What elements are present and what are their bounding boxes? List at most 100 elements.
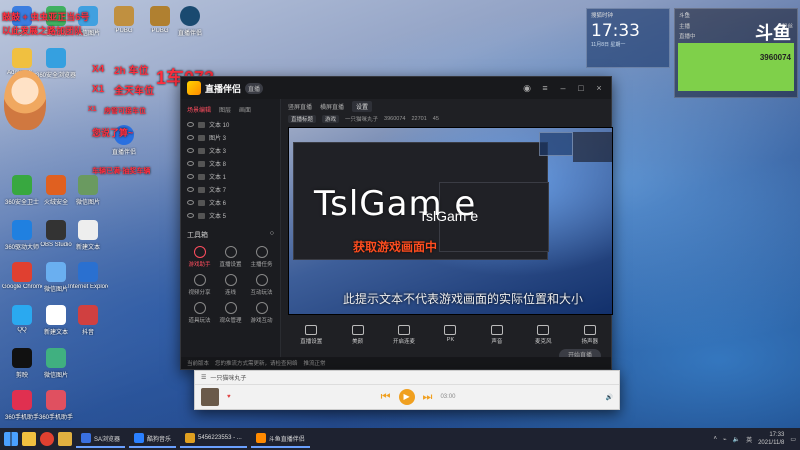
desktop-icon[interactable]: 微信图片 bbox=[36, 348, 76, 379]
fire-icon bbox=[46, 175, 66, 195]
overlay-message: 您说了算~ bbox=[92, 128, 134, 138]
eye-icon[interactable] bbox=[187, 148, 194, 153]
pk-button[interactable]: PK bbox=[436, 325, 464, 343]
tab-layer[interactable]: 图层 bbox=[219, 105, 231, 114]
start-icon[interactable] bbox=[4, 432, 18, 446]
source-item[interactable]: 文本 8 bbox=[181, 157, 280, 170]
tab-portrait[interactable]: 竖屏直播 bbox=[288, 102, 312, 111]
text-source-icon bbox=[198, 199, 205, 206]
desktop-icon[interactable]: 直播伴侣 bbox=[170, 6, 210, 37]
tool-video-share[interactable]: 视频分享 bbox=[185, 274, 214, 296]
tab-scene[interactable]: 场景编辑 bbox=[187, 105, 211, 114]
chrome-icon[interactable] bbox=[40, 432, 54, 446]
gamepad-icon bbox=[193, 246, 206, 258]
desktop-icon[interactable]: 微信图片 bbox=[68, 175, 108, 206]
stream-info-bar: 直播标题 游戏 一只猫咪丸子 3960074 22701 45 bbox=[282, 113, 611, 125]
tab-canvas[interactable]: 画面 bbox=[239, 105, 251, 114]
source-item[interactable]: 文本 3 bbox=[181, 144, 280, 157]
category-tag[interactable]: 游戏 bbox=[322, 115, 340, 123]
eye-icon[interactable] bbox=[187, 187, 194, 192]
input-language[interactable]: 英 bbox=[746, 435, 752, 444]
fans-count: 3960074 bbox=[384, 116, 406, 122]
tray-chevron-icon[interactable]: ˄ bbox=[713, 436, 717, 442]
sound-icon bbox=[490, 325, 503, 335]
minimize-icon[interactable]: – bbox=[557, 82, 569, 94]
tool-live-settings[interactable]: 直播设置 bbox=[216, 246, 245, 268]
taskbar-app[interactable]: 斗鱼直播伴侣 bbox=[250, 430, 310, 448]
playlist-icon[interactable]: ☰ bbox=[201, 374, 206, 381]
desktop-icon[interactable]: 新建文本 bbox=[68, 220, 108, 251]
eye-icon[interactable] bbox=[187, 122, 194, 127]
status-stream: 推流正常 bbox=[303, 361, 326, 367]
clock-widget[interactable]: 搜狐时钟 17:33 11月8日 星期一 bbox=[586, 8, 670, 68]
speaker-button[interactable]: 扬声器 bbox=[576, 325, 604, 345]
source-item[interactable]: 文本 10 bbox=[181, 118, 280, 131]
tab-landscape[interactable]: 横屏直播 bbox=[320, 102, 344, 111]
source-item[interactable]: 文本 1 bbox=[181, 170, 280, 183]
tool-audience[interactable]: 观众管理 bbox=[216, 302, 245, 324]
co-host-button[interactable]: 开启连麦 bbox=[390, 325, 418, 345]
eye-icon[interactable] bbox=[187, 174, 194, 179]
player-search[interactable]: 一只猫咪丸子 bbox=[210, 373, 246, 382]
title-tag[interactable]: 直播标题 bbox=[288, 115, 317, 123]
taskbar-app[interactable]: 5456223553 - ... bbox=[180, 430, 247, 448]
camera-icon bbox=[46, 390, 66, 410]
source-item[interactable]: 文本 5 bbox=[181, 209, 280, 222]
close-icon[interactable]: × bbox=[593, 82, 605, 94]
game-icon bbox=[114, 6, 134, 26]
live-stats-widget[interactable]: 斗鱼 主播 粉丝 直播中 斗鱼 3960074 bbox=[674, 8, 798, 98]
desktop-icon[interactable]: PUBG bbox=[104, 6, 144, 34]
beauty-button[interactable]: 美颜 bbox=[344, 325, 372, 345]
toolbox-title: 工具箱 bbox=[187, 232, 208, 239]
eye-icon[interactable] bbox=[187, 161, 194, 166]
network-icon[interactable]: ⌁ bbox=[723, 436, 727, 443]
tab-settings[interactable]: 设置 bbox=[352, 100, 373, 112]
volume-icon[interactable]: 🔊 bbox=[606, 394, 613, 401]
game-icon bbox=[150, 6, 170, 26]
browser-icon bbox=[81, 433, 91, 443]
sound-button[interactable]: 声音 bbox=[483, 325, 511, 345]
heart-icon[interactable]: ♥ bbox=[227, 394, 231, 400]
previous-icon[interactable]: ⏮ bbox=[381, 391, 391, 404]
desktop-icon[interactable]: Internet Explorer bbox=[68, 262, 108, 290]
version-badge[interactable]: 直播 bbox=[245, 82, 264, 94]
tool-props[interactable]: 道具玩法 bbox=[185, 302, 214, 324]
eye-icon[interactable] bbox=[187, 135, 194, 140]
eye-icon[interactable] bbox=[187, 200, 194, 205]
music-icon bbox=[134, 433, 145, 443]
live-settings-button[interactable]: 直播设置 bbox=[297, 325, 325, 345]
folder-icon[interactable] bbox=[58, 432, 72, 446]
notification-icon[interactable]: ▭ bbox=[790, 436, 796, 443]
users-icon bbox=[224, 302, 237, 314]
tool-connect[interactable]: 连线 bbox=[216, 274, 245, 296]
play-icon[interactable]: ▶ bbox=[398, 389, 415, 405]
taskbar-app[interactable]: 酷狗音乐 bbox=[129, 430, 177, 448]
microphone-button[interactable]: 麦克风 bbox=[529, 325, 557, 345]
desktop-icon[interactable]: 360手机助手 bbox=[36, 390, 76, 421]
beauty-icon bbox=[351, 325, 364, 335]
next-icon[interactable]: ⏭ bbox=[423, 391, 433, 404]
volume-icon[interactable]: 🔈 bbox=[733, 436, 740, 443]
tool-tasks[interactable]: 主播任务 bbox=[247, 246, 276, 268]
source-item[interactable]: 图片 3 bbox=[181, 131, 280, 144]
tool-interactive[interactable]: 互动玩法 bbox=[247, 274, 276, 296]
album-art[interactable] bbox=[201, 388, 219, 406]
source-item[interactable]: 文本 6 bbox=[181, 196, 280, 209]
stream-preview[interactable]: TslGam e TslGam e 获取游戏画面中 此提示文本不代表游戏画面的实… bbox=[288, 127, 613, 315]
capturing-game-text: 获取游戏画面中 bbox=[353, 240, 438, 254]
file-explorer-icon[interactable] bbox=[22, 432, 36, 446]
source-item[interactable]: 文本 7 bbox=[181, 183, 280, 196]
desktop-icon[interactable]: 抖音 bbox=[68, 305, 108, 336]
taskbar-app[interactable]: SA浏览器 bbox=[76, 430, 126, 448]
settings-circle-icon[interactable]: ○ bbox=[270, 230, 274, 240]
maximize-icon[interactable]: □ bbox=[575, 82, 587, 94]
eye-icon[interactable] bbox=[187, 213, 194, 218]
system-tray: ˄ ⌁ 🔈 英 17:33 2021/11/8 ▭ bbox=[713, 431, 796, 447]
tool-game-assistant[interactable]: 游戏助手 bbox=[185, 246, 214, 268]
mode-tabs: 竖屏直播 横屏直播 设置 bbox=[282, 99, 611, 113]
desktop-icon[interactable]: 360安全浏览器 bbox=[36, 48, 76, 79]
avatar-icon[interactable]: ◉ bbox=[521, 82, 533, 94]
tool-game-interact[interactable]: 游戏互动 bbox=[247, 302, 276, 324]
taskbar-clock[interactable]: 17:33 2021/11/8 bbox=[758, 431, 784, 447]
menu-icon[interactable]: ≡ bbox=[539, 82, 551, 94]
